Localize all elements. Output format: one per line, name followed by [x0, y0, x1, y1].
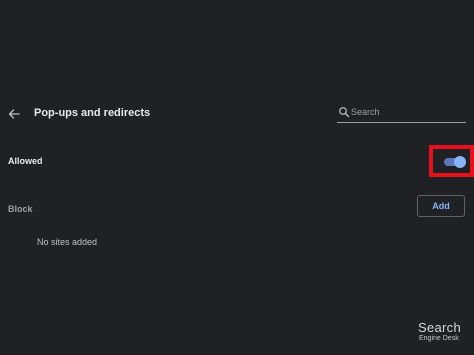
add-button[interactable]: Add [417, 195, 465, 217]
allowed-toggle[interactable] [444, 156, 466, 168]
allowed-setting-row: Allowed [0, 145, 474, 177]
settings-page: Pop-ups and redirects Allowed Block Add … [0, 0, 474, 355]
block-label: Block [8, 204, 33, 214]
block-section-header: Block Add [0, 194, 474, 222]
magnifier-icon [339, 107, 350, 118]
search-box[interactable] [337, 103, 466, 123]
search-input[interactable] [351, 103, 463, 121]
allowed-label: Allowed [8, 156, 43, 166]
toggle-knob [454, 156, 466, 168]
watermark-logo: Search Engine Desk [418, 320, 470, 350]
arrow-left-icon [8, 109, 20, 119]
back-button[interactable] [4, 104, 24, 124]
page-header: Pop-ups and redirects [0, 100, 474, 128]
watermark-line2: Engine Desk [419, 335, 459, 342]
empty-list-message: No sites added [37, 237, 98, 247]
page-title: Pop-ups and redirects [34, 107, 151, 119]
watermark-line1: Search [418, 320, 461, 335]
